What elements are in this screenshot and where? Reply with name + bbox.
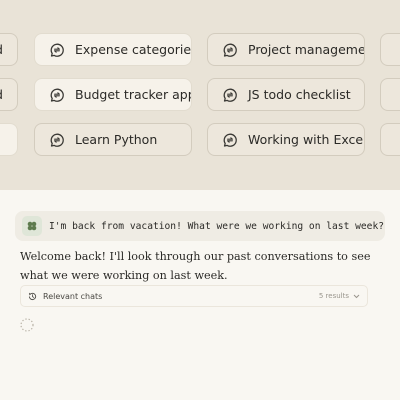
suggestion-chip-working-with-excel[interactable]: Working with Excel <box>207 123 365 156</box>
user-message-text: I'm back from vacation! What were we wor… <box>49 220 385 232</box>
history-icon <box>28 292 37 300</box>
suggestion-label: Project management <box>248 42 365 57</box>
suggestion-label: Expense categories <box>75 42 192 57</box>
chat-bubble-refresh-icon <box>222 42 238 58</box>
user-message: I'm back from vacation! What were we wor… <box>15 211 385 241</box>
chat-bubble-refresh-icon <box>222 132 238 148</box>
suggestion-label: JS todo checklist <box>248 87 351 102</box>
avatar <box>22 216 42 236</box>
suggestion-label: Budget tracker app <box>75 87 192 102</box>
assistant-reply: Welcome back! I'll look through our past… <box>20 250 371 282</box>
chat-bubble-refresh-icon <box>49 132 65 148</box>
suggestion-chip[interactable]: d <box>0 33 18 66</box>
chat-bubble-refresh-icon <box>49 42 65 58</box>
relevant-chats-count: 5 results <box>318 292 349 300</box>
suggestion-label: Learn Python <box>75 132 158 147</box>
relevant-chats-label: Relevant chats <box>43 291 103 301</box>
chat-bubble-refresh-icon <box>49 87 65 103</box>
chevron-down-icon <box>353 294 360 299</box>
suggestions-panel: d Expense categories Project management … <box>0 0 400 190</box>
chat-bubble-refresh-icon <box>222 87 238 103</box>
clover-icon <box>27 221 37 231</box>
suggestion-chip[interactable] <box>380 123 400 156</box>
suggestion-chip-learn-python[interactable]: Learn Python <box>34 123 192 156</box>
suggestion-chip-js-todo-checklist[interactable]: JS todo checklist <box>207 78 365 111</box>
spinner-icon <box>20 318 34 332</box>
suggestion-chip[interactable] <box>380 78 400 111</box>
suggestion-chip-project-management[interactable]: Project management <box>207 33 365 66</box>
suggestion-chip[interactable] <box>0 123 18 156</box>
suggestion-chip-budget-tracker-app[interactable]: Budget tracker app <box>34 78 192 111</box>
suggestion-label: d <box>0 87 3 102</box>
suggestion-label: d <box>0 42 3 57</box>
suggestion-label: Working with Excel <box>248 132 365 147</box>
suggestion-chip[interactable]: d <box>0 78 18 111</box>
suggestion-chip-expense-categories[interactable]: Expense categories <box>34 33 192 66</box>
relevant-chats-toggle[interactable]: Relevant chats 5 results <box>20 285 368 307</box>
suggestion-chip[interactable] <box>380 33 400 66</box>
